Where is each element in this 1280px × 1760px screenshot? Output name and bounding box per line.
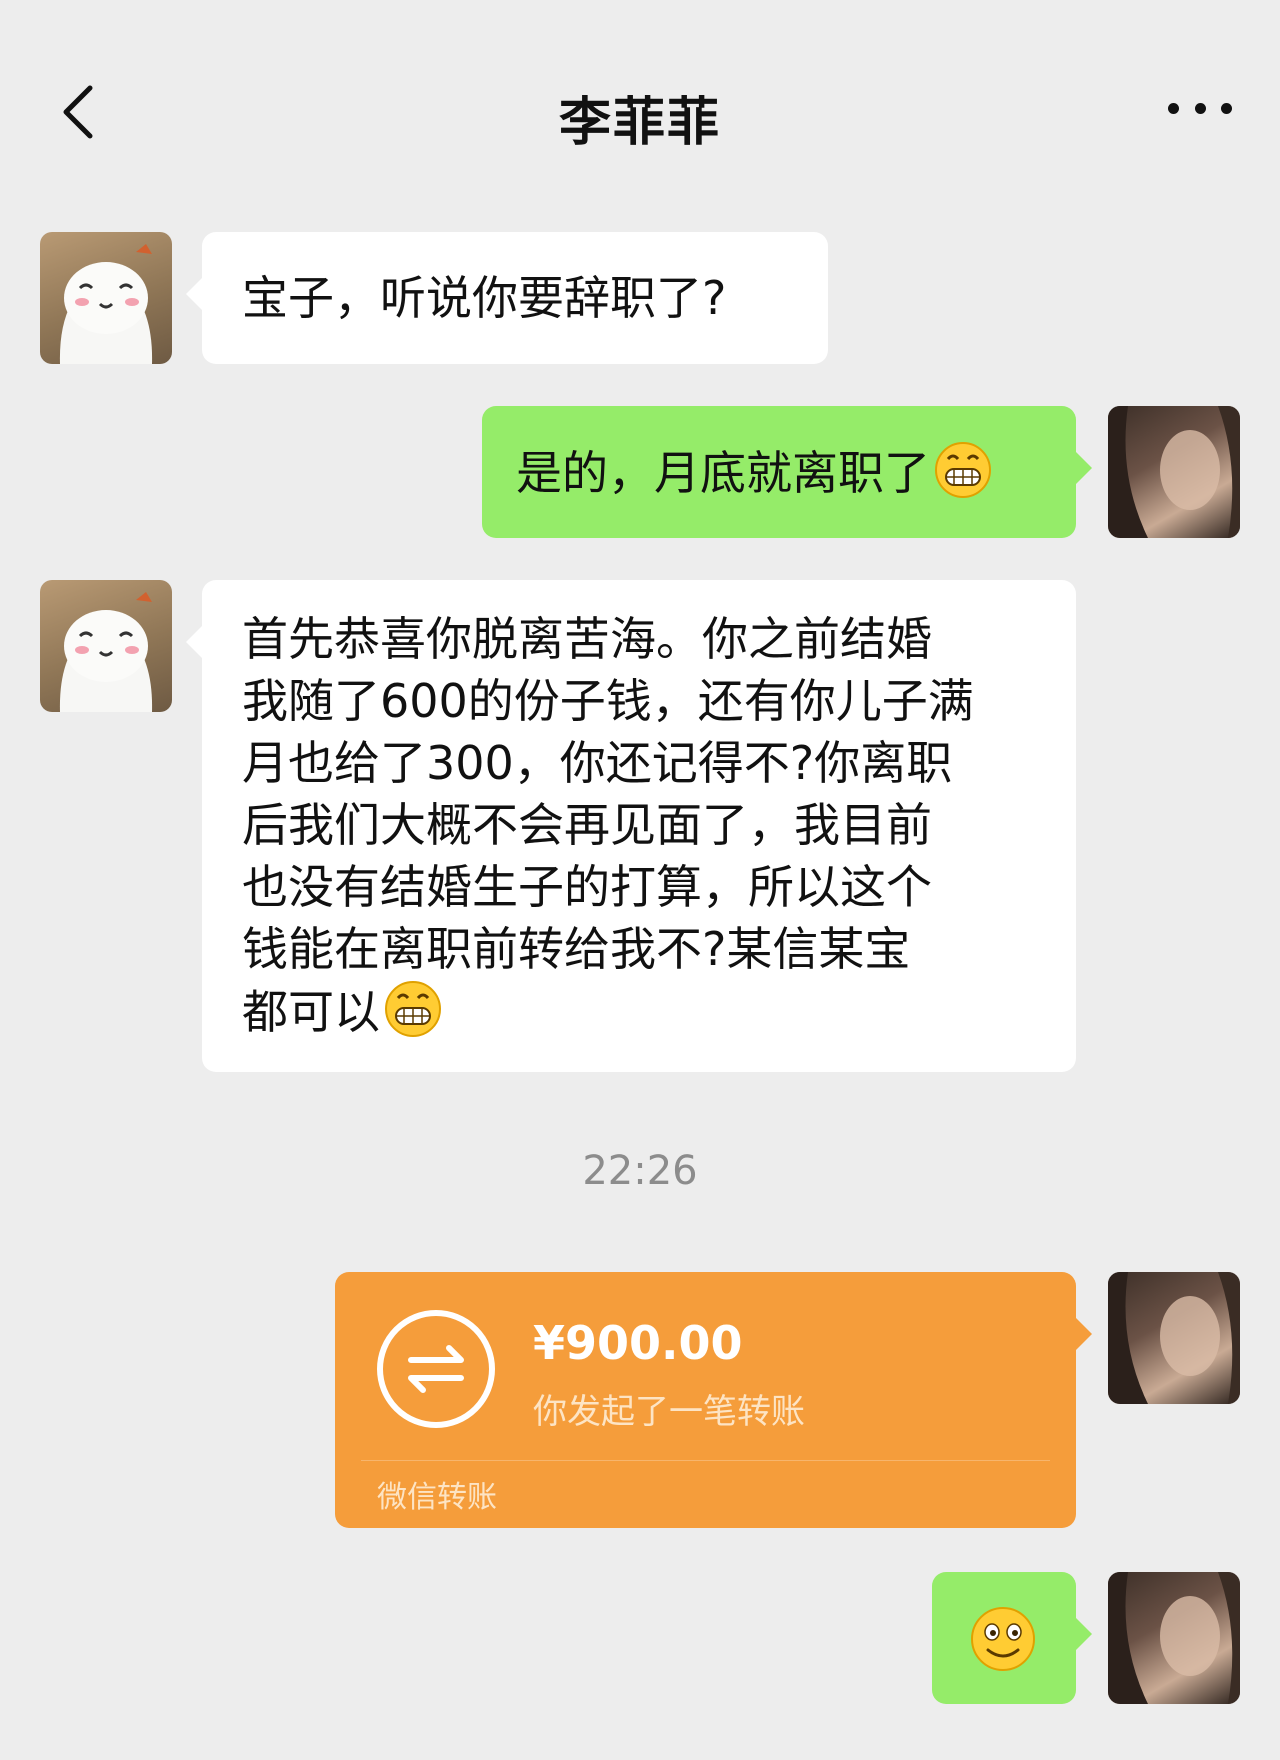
message-bubble-received[interactable]: 宝子，听说你要辞职了?: [186, 232, 828, 364]
message-text: 宝子，听说你要辞职了?: [242, 271, 727, 325]
message-line: 后我们大概不会再见面了，我目前: [242, 798, 932, 852]
my-avatar[interactable]: [1108, 406, 1240, 538]
grinning-emoji: [935, 442, 991, 498]
transfer-amount: ¥900.00: [533, 1316, 743, 1370]
transfer-arrows-icon: [377, 1310, 495, 1428]
message-line-last: 都可以: [242, 980, 1076, 1043]
message-bubble-sent-emoji[interactable]: [932, 1572, 1092, 1704]
peer-avatar[interactable]: [40, 580, 172, 712]
message-line: 我随了600的份子钱，还有你儿子满: [242, 674, 974, 728]
message-line: 钱能在离职前转给我不?某信某宝: [242, 922, 911, 976]
more-dots-icon[interactable]: [1168, 100, 1232, 116]
message-line-text: 都可以: [242, 985, 380, 1039]
message-line: 月也给了300，你还记得不?你离职: [242, 736, 953, 790]
message-text: 是的，月底就离职了: [516, 446, 930, 500]
message-bubble-sent[interactable]: 是的，月底就离职了: [482, 406, 1092, 538]
peer-avatar[interactable]: [40, 232, 172, 364]
transfer-divider: [361, 1460, 1050, 1461]
chat-header: 李菲菲: [0, 0, 1280, 220]
chat-title: 李菲菲: [558, 93, 721, 153]
transfer-card[interactable]: ¥900.00 你发起了一笔转账 微信转账: [335, 1272, 1092, 1528]
message-bubble-received[interactable]: 首先恭喜你脱离苦海。你之前结婚 我随了600的份子钱，还有你儿子满 月也给了30…: [186, 580, 1076, 1072]
my-avatar[interactable]: [1108, 1272, 1240, 1404]
message-line: 首先恭喜你脱离苦海。你之前结婚: [242, 612, 932, 666]
transfer-description: 你发起了一笔转账: [533, 1392, 805, 1432]
smile-emoji: [971, 1607, 1035, 1671]
grinning-emoji: [385, 981, 441, 1037]
message-timestamp: 22:26: [582, 1148, 698, 1194]
message-line: 也没有结婚生子的打算，所以这个: [242, 860, 932, 914]
transfer-footer-label: 微信转账: [377, 1480, 497, 1515]
my-avatar[interactable]: [1108, 1572, 1240, 1704]
